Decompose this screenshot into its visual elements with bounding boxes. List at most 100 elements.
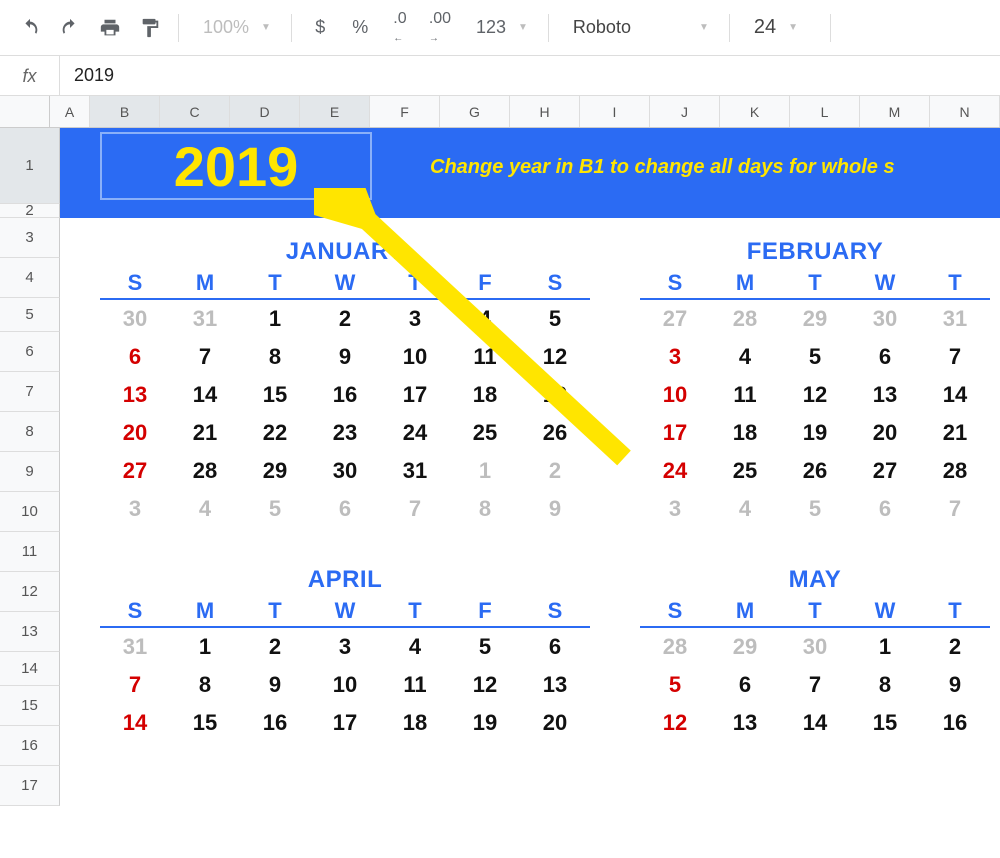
calendar-day[interactable]: 7 <box>920 490 990 528</box>
calendar-day[interactable]: 3 <box>640 338 710 376</box>
calendar-day[interactable]: 4 <box>380 628 450 666</box>
calendar-day[interactable]: 5 <box>240 490 310 528</box>
calendar-day[interactable]: 20 <box>100 414 170 452</box>
redo-button[interactable] <box>52 10 88 46</box>
calendar-day[interactable]: 4 <box>450 300 520 338</box>
calendar-day[interactable]: 9 <box>310 338 380 376</box>
row-header-6[interactable]: 6 <box>0 332 60 372</box>
calendar-day[interactable]: 16 <box>920 704 990 742</box>
calendar-day[interactable]: 24 <box>380 414 450 452</box>
calendar-day[interactable]: 20 <box>520 704 590 742</box>
calendar-day[interactable]: 18 <box>380 704 450 742</box>
calendar-day[interactable]: 29 <box>780 300 850 338</box>
column-header-M[interactable]: M <box>860 96 930 127</box>
column-header-A[interactable]: A <box>50 96 90 127</box>
calendar-day[interactable]: 4 <box>710 338 780 376</box>
calendar-day[interactable]: 1 <box>450 452 520 490</box>
calendar-day[interactable]: 8 <box>240 338 310 376</box>
calendar-day[interactable]: 9 <box>920 666 990 704</box>
row-header-5[interactable]: 5 <box>0 298 60 332</box>
column-header-J[interactable]: J <box>650 96 720 127</box>
calendar-day[interactable]: 30 <box>100 300 170 338</box>
calendar-day[interactable]: 5 <box>780 338 850 376</box>
calendar-day[interactable]: 5 <box>640 666 710 704</box>
calendar-day[interactable]: 16 <box>310 376 380 414</box>
cells-area[interactable]: 2019 Change year in B1 to change all day… <box>60 128 1000 806</box>
calendar-day[interactable]: 7 <box>920 338 990 376</box>
calendar-day[interactable]: 2 <box>240 628 310 666</box>
row-header-15[interactable]: 15 <box>0 686 60 726</box>
column-header-D[interactable]: D <box>230 96 300 127</box>
column-header-C[interactable]: C <box>160 96 230 127</box>
calendar-day[interactable]: 8 <box>850 666 920 704</box>
more-formats-dropdown[interactable]: 123 ▼ <box>462 10 538 46</box>
calendar-day[interactable]: 19 <box>520 376 590 414</box>
calendar-day[interactable]: 10 <box>640 376 710 414</box>
calendar-day[interactable]: 7 <box>100 666 170 704</box>
calendar-day[interactable]: 27 <box>100 452 170 490</box>
calendar-day[interactable]: 12 <box>780 376 850 414</box>
calendar-day[interactable]: 1 <box>240 300 310 338</box>
print-button[interactable] <box>92 10 128 46</box>
calendar-day[interactable]: 3 <box>100 490 170 528</box>
column-header-L[interactable]: L <box>790 96 860 127</box>
calendar-day[interactable]: 31 <box>100 628 170 666</box>
calendar-day[interactable]: 7 <box>380 490 450 528</box>
row-header-12[interactable]: 12 <box>0 572 60 612</box>
calendar-day[interactable]: 13 <box>520 666 590 704</box>
calendar-day[interactable]: 9 <box>520 490 590 528</box>
row-header-11[interactable]: 11 <box>0 532 60 572</box>
calendar-day[interactable]: 21 <box>920 414 990 452</box>
calendar-day[interactable]: 14 <box>100 704 170 742</box>
calendar-day[interactable]: 5 <box>780 490 850 528</box>
calendar-day[interactable]: 25 <box>450 414 520 452</box>
calendar-day[interactable]: 29 <box>240 452 310 490</box>
calendar-day[interactable]: 6 <box>710 666 780 704</box>
column-header-E[interactable]: E <box>300 96 370 127</box>
row-header-14[interactable]: 14 <box>0 652 60 686</box>
calendar-day[interactable]: 30 <box>310 452 380 490</box>
calendar-day[interactable]: 8 <box>450 490 520 528</box>
column-header-N[interactable]: N <box>930 96 1000 127</box>
calendar-day[interactable]: 7 <box>170 338 240 376</box>
calendar-day[interactable]: 18 <box>450 376 520 414</box>
calendar-day[interactable]: 16 <box>240 704 310 742</box>
calendar-day[interactable]: 5 <box>450 628 520 666</box>
calendar-day[interactable]: 20 <box>850 414 920 452</box>
column-header-H[interactable]: H <box>510 96 580 127</box>
column-header-B[interactable]: B <box>90 96 160 127</box>
calendar-day[interactable]: 29 <box>710 628 780 666</box>
calendar-day[interactable]: 14 <box>780 704 850 742</box>
calendar-day[interactable]: 10 <box>310 666 380 704</box>
calendar-day[interactable]: 4 <box>710 490 780 528</box>
calendar-day[interactable]: 6 <box>310 490 380 528</box>
calendar-day[interactable]: 5 <box>520 300 590 338</box>
calendar-day[interactable]: 8 <box>170 666 240 704</box>
calendar-day[interactable]: 2 <box>520 452 590 490</box>
row-header-4[interactable]: 4 <box>0 258 60 298</box>
font-dropdown[interactable]: Roboto ▼ <box>559 10 719 46</box>
calendar-day[interactable]: 15 <box>240 376 310 414</box>
undo-button[interactable] <box>12 10 48 46</box>
calendar-day[interactable]: 17 <box>310 704 380 742</box>
calendar-day[interactable]: 9 <box>240 666 310 704</box>
calendar-day[interactable]: 12 <box>450 666 520 704</box>
calendar-day[interactable]: 6 <box>850 338 920 376</box>
calendar-day[interactable]: 28 <box>710 300 780 338</box>
calendar-day[interactable]: 6 <box>520 628 590 666</box>
row-header-13[interactable]: 13 <box>0 612 60 652</box>
calendar-day[interactable]: 12 <box>520 338 590 376</box>
calendar-day[interactable]: 2 <box>310 300 380 338</box>
calendar-day[interactable]: 15 <box>850 704 920 742</box>
select-all-corner[interactable] <box>0 96 50 127</box>
calendar-day[interactable]: 11 <box>710 376 780 414</box>
calendar-day[interactable]: 3 <box>640 490 710 528</box>
calendar-day[interactable]: 18 <box>710 414 780 452</box>
formula-input[interactable] <box>60 65 1000 86</box>
calendar-day[interactable]: 14 <box>170 376 240 414</box>
decrease-decimal-button[interactable]: .0← <box>382 10 418 46</box>
calendar-day[interactable]: 1 <box>850 628 920 666</box>
calendar-day[interactable]: 19 <box>780 414 850 452</box>
column-header-I[interactable]: I <box>580 96 650 127</box>
calendar-day[interactable]: 31 <box>920 300 990 338</box>
